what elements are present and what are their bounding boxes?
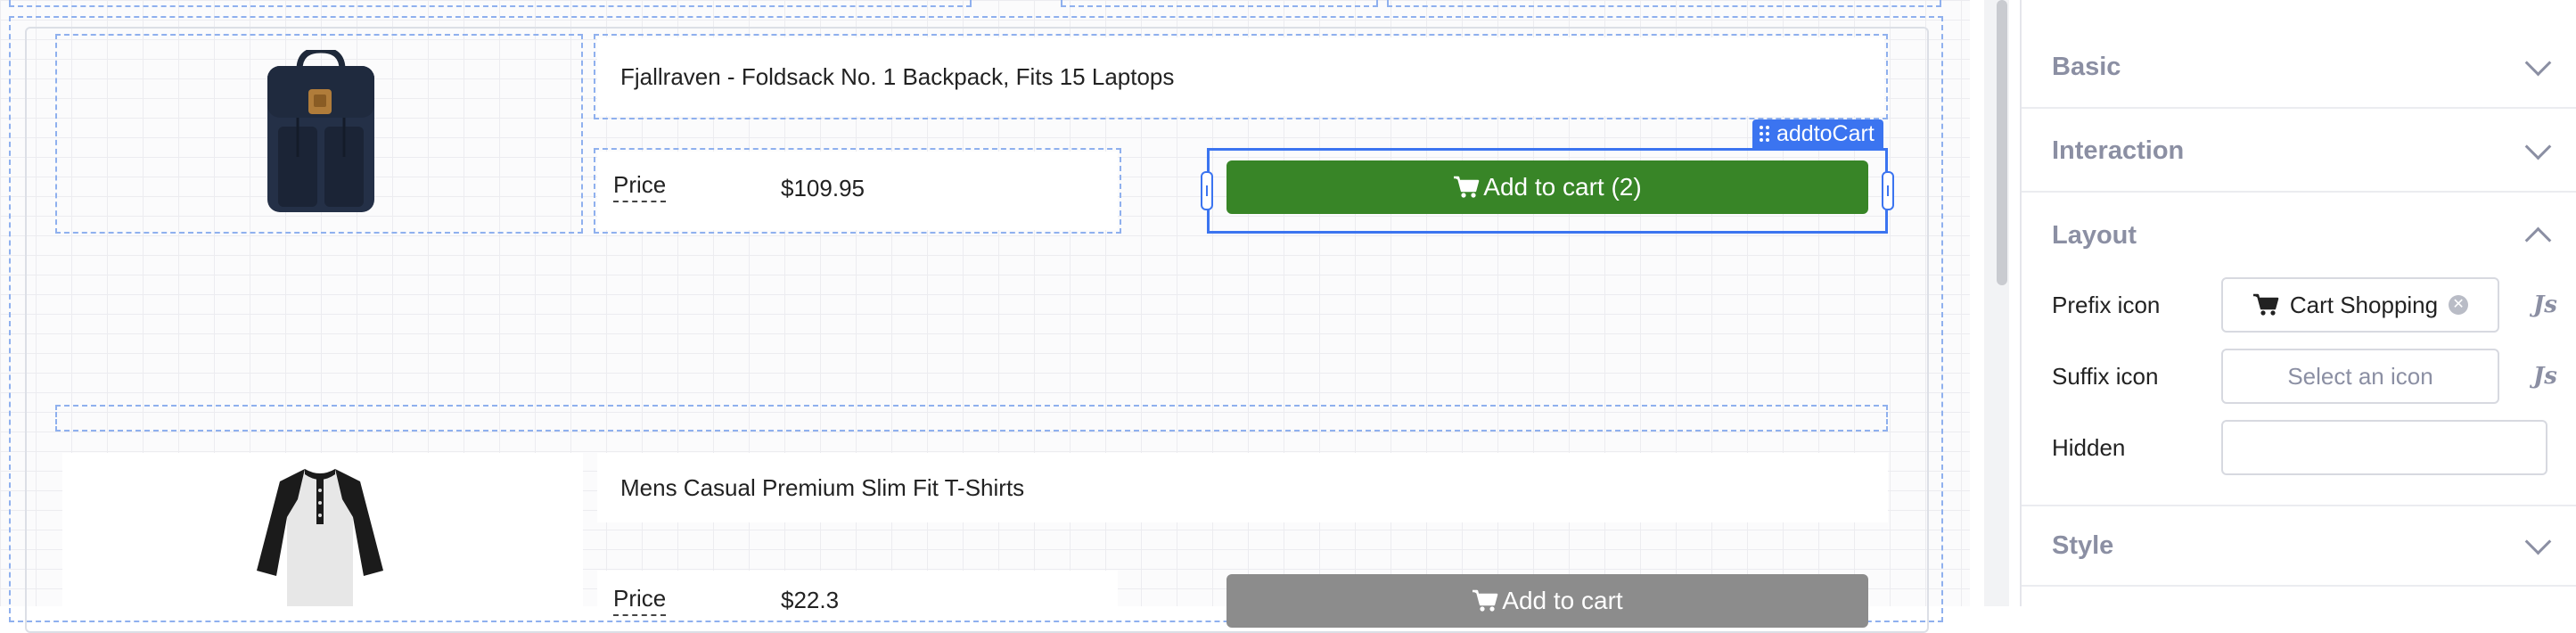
price-value: $22.3 xyxy=(781,587,840,613)
section-title: Interaction xyxy=(2052,136,2185,165)
property-panel: Basic Interaction Layout Prefix icon Car… xyxy=(2020,0,2576,606)
product-title[interactable]: Fjallraven - Foldsack No. 1 Backpack, Fi… xyxy=(597,37,1884,116)
js-toggle-icon[interactable]: Js xyxy=(2533,363,2557,390)
hidden-input[interactable] xyxy=(2221,420,2547,475)
section-title: Basic xyxy=(2052,52,2121,81)
prefix-icon-value: Cart Shopping xyxy=(2289,291,2439,318)
chevron-down-icon[interactable] xyxy=(2524,49,2552,76)
prefix-icon-select[interactable]: Cart Shopping ✕ xyxy=(2221,277,2499,333)
cart-icon xyxy=(1454,176,1480,198)
product-title[interactable]: Mens Casual Premium Slim Fit T-Shirts xyxy=(597,453,1888,522)
row-container-outline xyxy=(55,405,1888,432)
section-style[interactable]: Style xyxy=(2022,505,2576,587)
section-interaction[interactable]: Interaction xyxy=(2022,111,2576,193)
container-outline xyxy=(1061,0,1378,7)
add-to-cart-button[interactable]: Add to cart xyxy=(1226,574,1868,628)
add-to-cart-label: Add to cart (2) xyxy=(1483,173,1642,201)
chevron-down-icon[interactable] xyxy=(2524,528,2552,555)
cart-icon xyxy=(1473,589,1498,612)
hidden-label: Hidden xyxy=(2052,433,2126,461)
section-basic[interactable]: Basic xyxy=(2022,27,2576,109)
price-label: Price xyxy=(613,585,667,616)
backpack-image[interactable] xyxy=(260,50,381,214)
resize-handle-right[interactable] xyxy=(1882,171,1894,210)
component-name-tag[interactable]: addtoCart xyxy=(1752,119,1883,148)
section-title: Layout xyxy=(2052,220,2137,250)
clear-icon[interactable]: ✕ xyxy=(2449,295,2469,315)
component-name: addtoCart xyxy=(1776,120,1875,146)
cart-icon xyxy=(2252,293,2279,316)
chevron-down-icon[interactable] xyxy=(2524,133,2552,160)
chevron-up-icon[interactable] xyxy=(2524,226,2552,253)
add-to-cart-button[interactable]: Add to cart (2) xyxy=(1226,160,1868,214)
resize-handle-left[interactable] xyxy=(1201,171,1213,210)
tshirt-image[interactable] xyxy=(253,464,387,606)
prefix-icon-row: Prefix icon Cart Shopping ✕ Js xyxy=(2052,276,2576,333)
section-layout[interactable]: Layout xyxy=(2022,194,2576,276)
hidden-row: Hidden xyxy=(2052,419,2576,476)
prefix-icon-label: Prefix icon xyxy=(2052,291,2161,318)
drag-handle-icon[interactable] xyxy=(1760,126,1769,142)
section-title: Style xyxy=(2052,530,2114,560)
js-toggle-icon[interactable]: Js xyxy=(2533,292,2557,318)
container-outline xyxy=(1387,0,1941,7)
suffix-icon-label: Suffix icon xyxy=(2052,362,2159,390)
suffix-icon-select[interactable]: Select an icon xyxy=(2221,349,2499,404)
add-to-cart-label: Add to cart xyxy=(1502,587,1623,614)
price-box xyxy=(597,571,1118,606)
price-value: $109.95 xyxy=(781,175,865,201)
canvas-scrollbar-thumb[interactable] xyxy=(1997,0,2007,285)
container-outline xyxy=(9,0,972,7)
suffix-icon-row: Suffix icon Select an icon Js xyxy=(2052,348,2576,405)
price-label: Price xyxy=(613,171,667,202)
suffix-icon-placeholder: Select an icon xyxy=(2287,362,2433,390)
